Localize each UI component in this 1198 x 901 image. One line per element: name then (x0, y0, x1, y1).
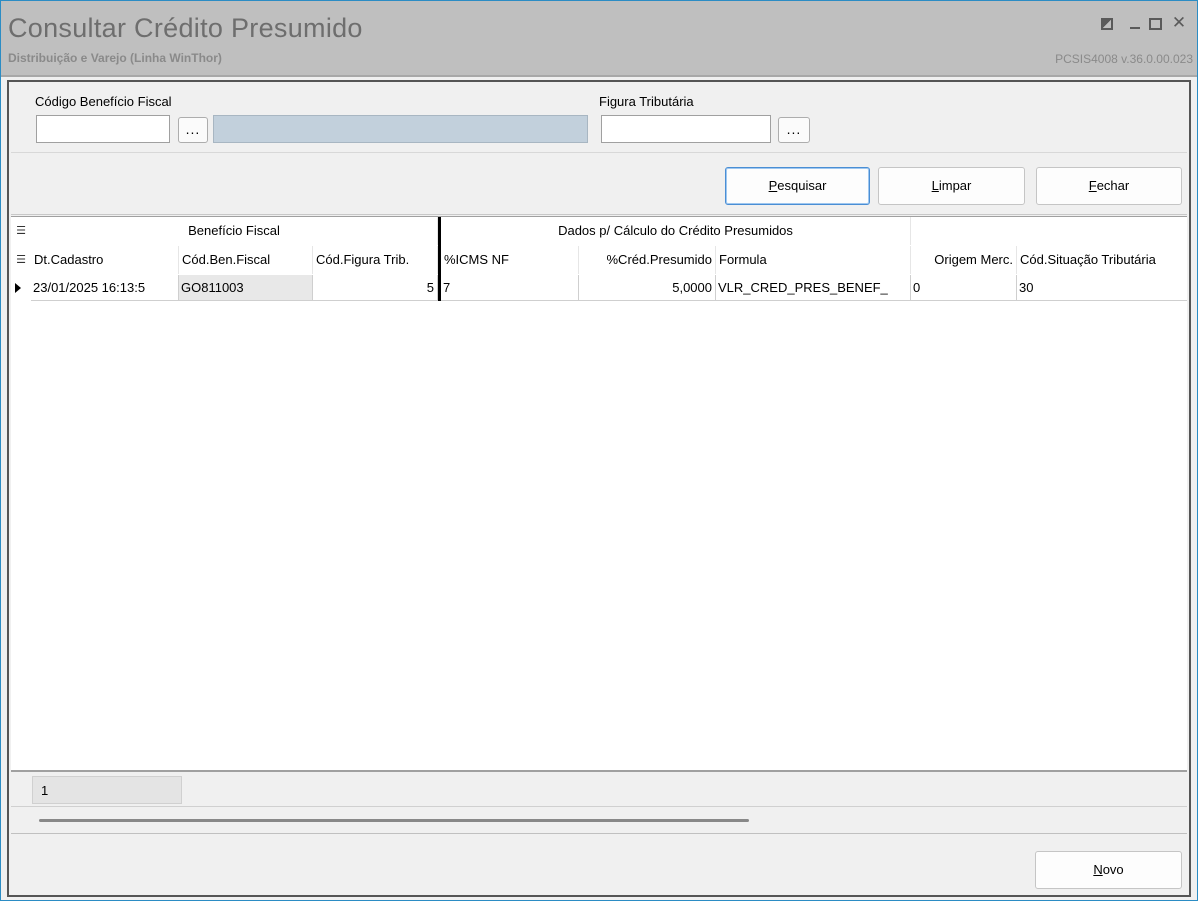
minimize-icon[interactable] (1125, 13, 1145, 33)
limpar-accesskey: L (931, 178, 939, 193)
band-empty (911, 217, 1187, 245)
table-cell-icms-nf[interactable]: 7 (441, 275, 579, 301)
novo-label: ovo (1102, 862, 1124, 877)
version-label: PCSIS4008 v.36.0.00.023 (1055, 52, 1193, 66)
main-window: Consultar Crédito Presumido Distribuição… (0, 0, 1198, 901)
column-header-cod-situacao-tributaria[interactable]: Cód.Situação Tributária (1017, 246, 1187, 274)
figura-tributaria-input[interactable] (601, 115, 771, 143)
codigo-beneficio-label: Código Benefício Fiscal (35, 94, 172, 109)
column-header-dt-cadastro[interactable]: Dt.Cadastro (31, 246, 179, 274)
figura-tributaria-label: Figura Tributária (599, 94, 694, 109)
table-cell-dt-cadastro[interactable]: 23/01/2025 16:13:5 (31, 275, 179, 301)
limpar-button[interactable]: Limpar (878, 167, 1025, 205)
table-cell-cod-situacao-tributaria[interactable]: 30 (1017, 275, 1187, 301)
column-header-cod-ben-fiscal[interactable]: Cód.Ben.Fiscal (179, 246, 313, 274)
bottom-action-bar: Novo (11, 835, 1187, 895)
close-icon[interactable]: ✕ (1169, 13, 1189, 33)
codigo-beneficio-input[interactable] (36, 115, 170, 143)
results-grid[interactable]: ☰ Benefício Fiscal Dados p/ Cálculo do C… (11, 216, 1187, 771)
restore-icon[interactable] (1097, 13, 1117, 33)
band-beneficio-fiscal[interactable]: Benefício Fiscal (31, 217, 438, 245)
novo-button[interactable]: Novo (1035, 851, 1182, 889)
column-customize-icon[interactable]: ☰ (11, 246, 31, 274)
pesquisar-accesskey: P (768, 178, 778, 193)
limpar-label: impar (938, 178, 972, 193)
table-cell-formula[interactable]: VLR_CRED_PRES_BENEF_ (716, 275, 911, 301)
content-frame: Código Benefício Fiscal ... Figura Tribu… (7, 80, 1191, 897)
table-cell-cred-presumido[interactable]: 5,0000 (579, 275, 716, 301)
table-cell-cod-figura-trib[interactable]: 5 (313, 275, 438, 301)
band-dados-calculo[interactable]: Dados p/ Cálculo do Crédito Presumidos (441, 217, 911, 245)
window-subtitle: Distribuição e Varejo (Linha WinThor) (8, 51, 222, 65)
window-title: Consultar Crédito Presumido (8, 13, 363, 43)
codigo-beneficio-description-field (213, 115, 588, 143)
fechar-button[interactable]: Fechar (1036, 167, 1182, 205)
table-cell-origem-merc[interactable]: 0 (911, 275, 1017, 301)
pesquisar-button[interactable]: Pesquisar (725, 167, 870, 205)
column-header-formula[interactable]: Formula (716, 246, 911, 274)
record-count: 1 (32, 776, 182, 804)
column-header-cred-presumido[interactable]: %Créd.Presumido (579, 246, 716, 274)
fechar-label: echar (1096, 178, 1130, 193)
fechar-accesskey: F (1088, 178, 1097, 193)
current-row-indicator-icon (15, 283, 21, 293)
column-header-icms-nf[interactable]: %ICMS NF (441, 246, 579, 274)
table-cell-cod-ben-fiscal[interactable]: GO811003 (179, 275, 313, 301)
maximize-icon[interactable] (1145, 13, 1165, 33)
novo-accesskey: N (1093, 862, 1103, 877)
codigo-beneficio-lookup-button[interactable]: ... (178, 117, 208, 143)
pesquisar-label: esquisar (777, 178, 827, 193)
scrollbar-thumb[interactable] (39, 819, 749, 822)
title-bar[interactable]: Consultar Crédito Presumido Distribuição… (1, 1, 1197, 77)
grid-summary-bar: 1 (11, 770, 1187, 805)
column-header-cod-figura-trib[interactable]: Cód.Figura Trib. (313, 246, 438, 274)
horizontal-scrollbar[interactable] (11, 806, 1187, 834)
filter-panel: Código Benefício Fiscal ... Figura Tribu… (11, 84, 1187, 215)
band-customize-icon[interactable]: ☰ (11, 217, 31, 245)
figura-tributaria-lookup-button[interactable]: ... (778, 117, 810, 143)
toolbar-divider (11, 152, 1187, 153)
column-header-origem-merc[interactable]: Origem Merc. (911, 246, 1017, 274)
